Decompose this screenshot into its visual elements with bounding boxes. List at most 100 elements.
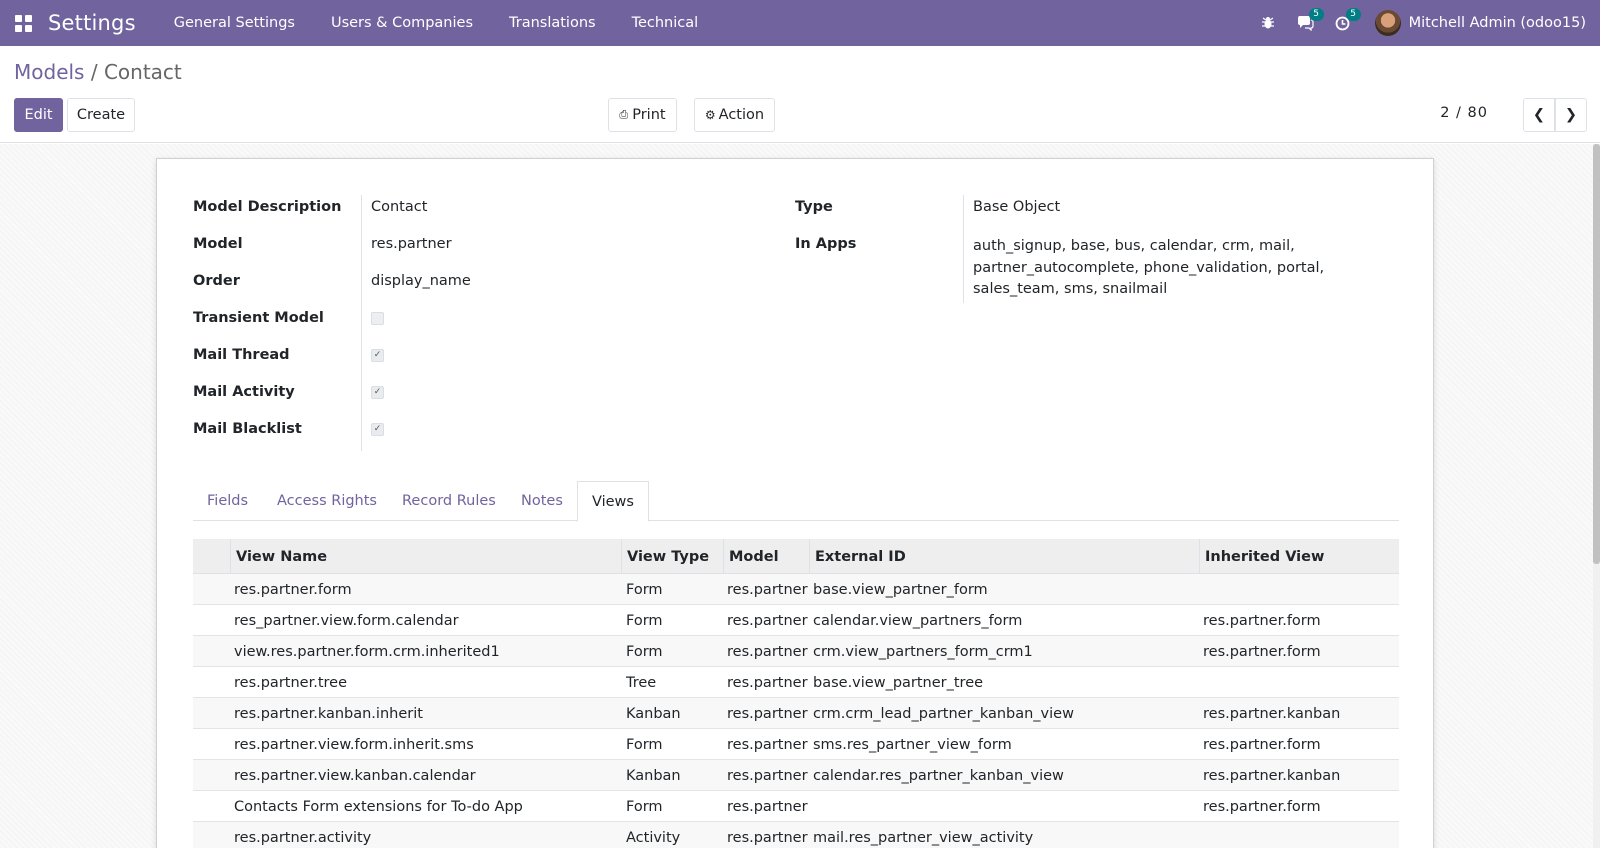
page-scrollbar[interactable] [1593,144,1600,848]
breadcrumb-current: Contact [103,60,182,84]
activity-clock-icon[interactable]: 5 [1324,0,1361,46]
table-cell: res.partner [727,643,808,660]
top-navbar: Settings General Settings Users & Compan… [0,0,1600,46]
table-cell [813,791,1193,822]
table-cell: Activity [626,829,681,846]
menu-users-companies[interactable]: Users & Companies [313,0,491,46]
value-order: display_name [371,273,471,289]
left-group-separator [361,195,362,451]
column-header-model[interactable]: Model [723,539,809,574]
table-cell: res.partner.activity [234,829,372,846]
print-label: Print [632,107,666,123]
table-cell: res.partner [727,798,808,815]
scrollbar-thumb[interactable] [1593,144,1600,564]
table-row[interactable]: view.res.partner.form.crm.inherited1 Form… [193,636,1399,667]
table-cell: res.partner.form [1203,612,1321,629]
table-cell: res.partner.view.kanban.calendar [234,767,476,784]
table-cell: Contacts Form extensions for To-do App [234,798,523,815]
pager-value[interactable]: 2 / 80 [1440,105,1488,121]
messages-icon[interactable]: 5 [1287,0,1324,46]
column-header-view-name[interactable]: View Name [230,539,621,574]
tab-views[interactable]: Views [577,481,649,522]
menu-technical[interactable]: Technical [614,0,717,46]
tab-record-rules[interactable]: Record Rules [388,481,510,521]
table-row[interactable]: Contacts Form extensions for To-do App Fo… [193,791,1399,822]
printer-icon: ⎙ [619,108,629,121]
table-row[interactable]: res.partner.form Form res.partner base.view… [193,574,1399,605]
tab-fields[interactable]: Fields [193,481,262,521]
mail-blacklist-checkbox: ✓ [371,423,384,436]
table-row[interactable]: res_partner.view.form.calendar Form res.pa… [193,605,1399,636]
label-model-description: Model Description [193,199,342,215]
label-type: Type [795,199,833,215]
column-header-view-type[interactable]: View Type [621,539,723,574]
tab-notes[interactable]: Notes [507,481,577,521]
table-cell: base.view_partner_tree [813,674,984,691]
apps-menu-icon[interactable] [0,0,46,46]
activities-badge: 5 [1345,8,1361,21]
app-title[interactable]: Settings [48,11,136,35]
table-row[interactable]: res.partner.tree Tree res.partner base.view… [193,667,1399,698]
pager-previous-button[interactable]: ❮ [1523,98,1555,132]
user-menu[interactable]: Mitchell Admin (odoo15) [1361,0,1600,46]
table-cell: res.partner.form [1203,798,1321,815]
gear-icon: ⚙ [704,108,716,122]
in-apps-line-3: sales_team, sms, snailmail [973,281,1168,297]
value-type: Base Object [973,199,1061,215]
bug-icon[interactable] [1250,0,1287,46]
tab-access-rights[interactable]: Access Rights [263,481,391,521]
mail-thread-checkbox: ✓ [371,349,384,362]
chevron-right-icon: ❯ [1564,107,1578,123]
table-cell: crm.view_partners_form_crm1 [813,643,1033,660]
row-selector-header [193,539,230,574]
table-cell: res_partner.view.form.calendar [234,612,459,629]
table-cell: sms.res_partner_view_form [813,736,1012,753]
table-cell: Tree [626,674,657,691]
table-header: View Name View Type Model External ID In… [193,539,1399,574]
control-panel: Models / Contact Edit Create ⎙ Print ⚙ A… [0,46,1600,143]
label-order: Order [193,273,240,289]
breadcrumb: Models / Contact [14,60,182,84]
print-button[interactable]: ⎙ Print [608,98,677,132]
table-cell: Form [626,736,663,753]
edit-button[interactable]: Edit [14,98,63,132]
table-cell: Kanban [626,767,681,784]
table-cell: res.partner.kanban.inherit [234,705,423,722]
table-cell: res.partner.form [1203,736,1321,753]
form-sheet: Model Description Contact Model res.part… [156,158,1434,848]
column-header-external-id[interactable]: External ID [809,539,1199,574]
table-cell: mail.res_partner_view_activity [813,829,1034,846]
column-header-inherited-view[interactable]: Inherited View [1199,539,1399,574]
table-cell: Form [626,798,663,815]
action-label: Action [718,107,765,123]
table-cell: res.partner [727,705,808,722]
value-model: res.partner [371,236,452,252]
table-cell: res.partner [727,612,808,629]
menu-general-settings[interactable]: General Settings [156,0,313,46]
table-row[interactable]: res.partner.view.kanban.calendar Kanban re… [193,760,1399,791]
label-model: Model [193,236,243,252]
pager-next-button[interactable]: ❯ [1555,98,1587,132]
table-cell [1203,822,1399,848]
create-button[interactable]: Create [67,98,135,132]
table-cell: res.partner [727,674,808,691]
table-cell: res.partner [727,829,808,846]
form-view-background: Model Description Contact Model res.part… [0,144,1600,848]
table-cell: res.partner [727,736,808,753]
label-mail-blacklist: Mail Blacklist [193,421,302,437]
label-in-apps: In Apps [795,236,857,252]
chevron-left-icon: ❮ [1532,107,1546,123]
transient-model-checkbox [371,312,384,325]
table-cell: Kanban [626,705,681,722]
table-body: res.partner.form Form res.partner base.view… [193,574,1399,848]
table-cell: base.view_partner_form [813,581,988,598]
breadcrumb-models[interactable]: Models [14,60,84,84]
table-row[interactable]: res.partner.activity Activity res.partner m… [193,822,1399,848]
menu-translations[interactable]: Translations [491,0,614,46]
table-row[interactable]: res.partner.kanban.inherit Kanban res.part… [193,698,1399,729]
mail-activity-checkbox: ✓ [371,386,384,399]
table-cell: res.partner.form [234,581,352,598]
action-button[interactable]: ⚙ Action [694,98,775,132]
table-cell: res.partner.kanban [1203,705,1341,722]
table-row[interactable]: res.partner.view.form.inherit.sms Form res… [193,729,1399,760]
